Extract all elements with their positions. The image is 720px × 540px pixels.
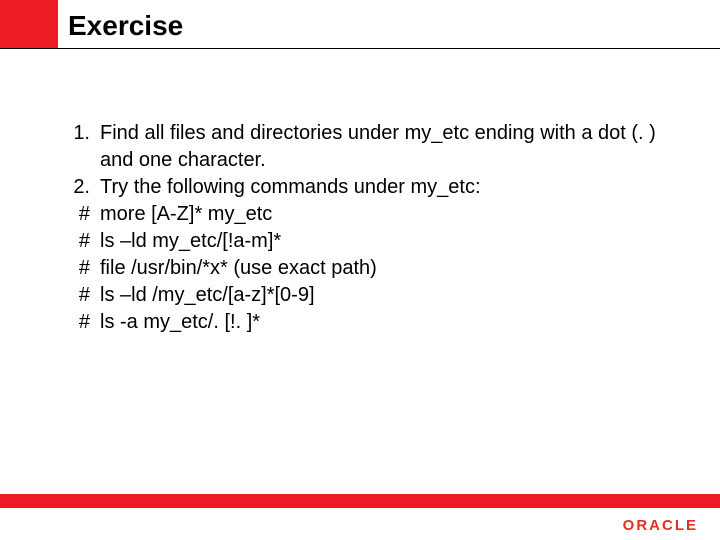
list-text: ls –ld my_etc/[!a-m]* — [100, 228, 670, 255]
list-text: Try the following commands under my_etc: — [100, 174, 670, 201]
list-text: ls -a my_etc/. [!. ]* — [100, 309, 670, 336]
list-item: # ls –ld /my_etc/[a-z]*[0-9] — [60, 282, 670, 309]
list-item: # ls –ld my_etc/[!a-m]* — [60, 228, 670, 255]
list-marker: # — [60, 309, 100, 336]
slide-header: Exercise — [0, 0, 720, 62]
divider-line — [0, 48, 720, 49]
list-text: ls –ld /my_etc/[a-z]*[0-9] — [100, 282, 670, 309]
list-item: 2. Try the following commands under my_e… — [60, 174, 670, 201]
list-item: # more [A-Z]* my_etc — [60, 201, 670, 228]
list-text: file /usr/bin/*x* (use exact path) — [100, 255, 670, 282]
footer-bar — [0, 494, 720, 508]
list-text: more [A-Z]* my_etc — [100, 201, 670, 228]
content-list: 1. Find all files and directories under … — [60, 120, 670, 336]
list-marker: # — [60, 255, 100, 282]
list-marker: 2. — [60, 174, 100, 201]
list-item: # file /usr/bin/*x* (use exact path) — [60, 255, 670, 282]
list-marker: 1. — [60, 120, 100, 147]
list-marker: # — [60, 201, 100, 228]
list-text: Find all files and directories under my_… — [100, 120, 670, 174]
list-item: # ls -a my_etc/. [!. ]* — [60, 309, 670, 336]
list-marker: # — [60, 228, 100, 255]
page-title: Exercise — [68, 10, 183, 42]
oracle-logo: ORACLE — [623, 517, 698, 534]
red-block-icon — [0, 0, 58, 48]
list-marker: # — [60, 282, 100, 309]
list-item: 1. Find all files and directories under … — [60, 120, 670, 174]
